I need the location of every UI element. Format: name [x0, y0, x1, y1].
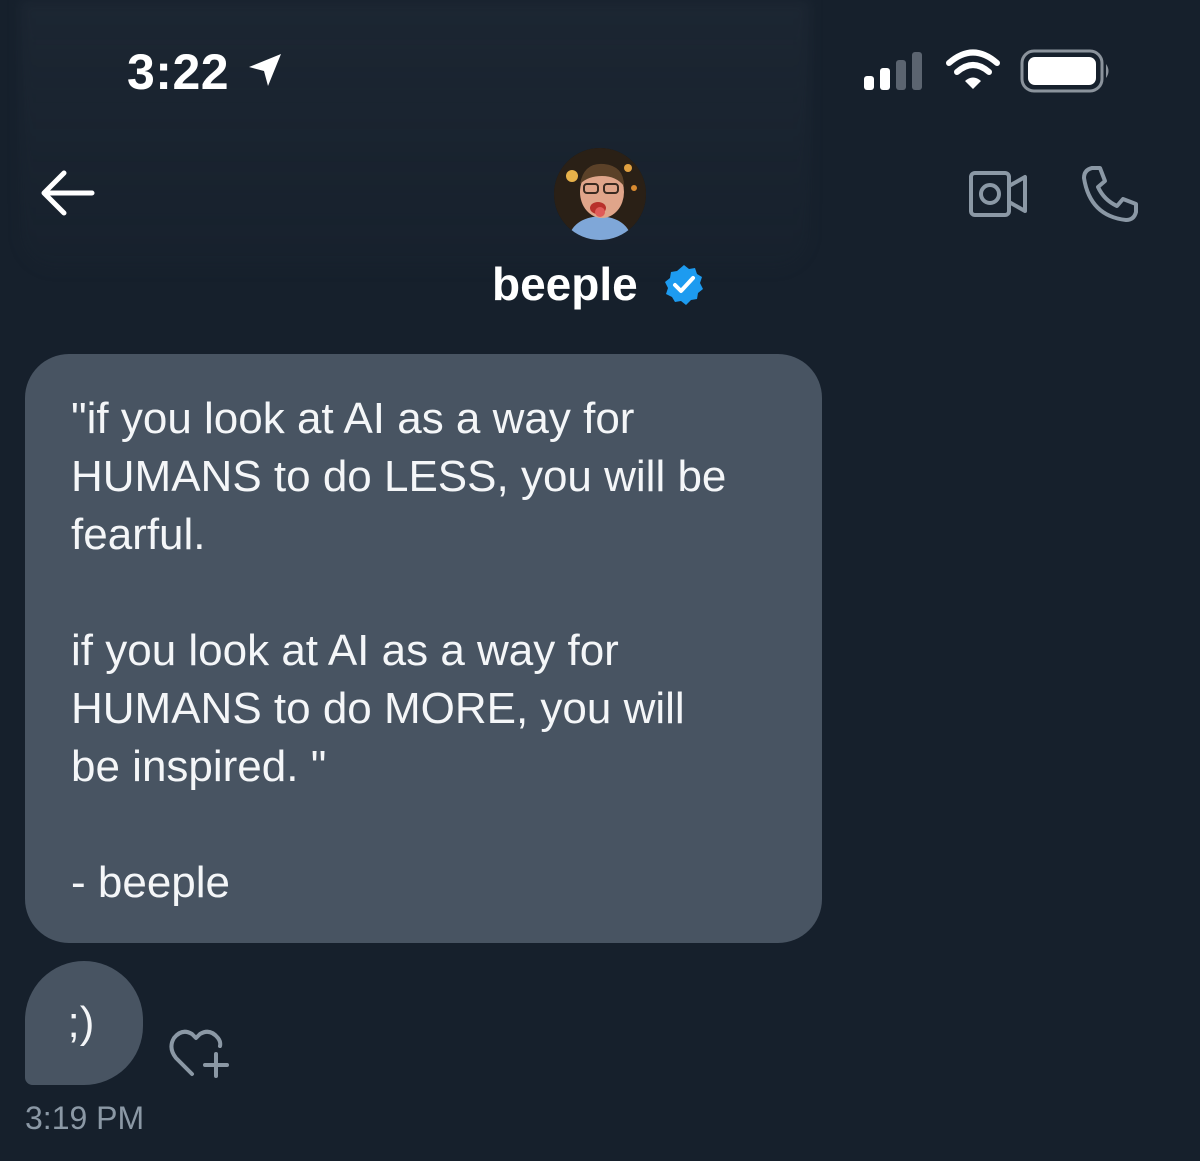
contact-name[interactable]: beeple	[492, 254, 638, 314]
phone-call-icon[interactable]	[1078, 164, 1140, 224]
message-paragraph: "if you look at AI as a way for HUMANS t…	[71, 394, 727, 559]
status-time: 3:22	[127, 44, 230, 100]
wifi-icon	[946, 49, 1000, 89]
cellular-signal-icon	[864, 52, 922, 90]
location-arrow-icon	[249, 54, 281, 86]
verified-badge-icon	[665, 265, 703, 305]
video-call-icon[interactable]	[966, 168, 1030, 220]
message-paragraph: - beeple	[71, 858, 231, 907]
message-paragraph: if you look at AI as a way for HUMANS to…	[71, 626, 685, 791]
message-text: ;)	[67, 998, 95, 1047]
message-bubble-wink[interactable]: ;)	[25, 961, 143, 1085]
back-arrow-icon[interactable]	[40, 168, 96, 218]
message-bubble-quote[interactable]: "if you look at AI as a way for HUMANS t…	[25, 354, 822, 943]
status-bar: 3:22	[0, 0, 1200, 140]
avatar-photo-icon	[554, 148, 646, 240]
message-timestamp: 3:19 PM	[25, 1100, 145, 1136]
battery-icon	[1020, 49, 1109, 93]
contact-avatar[interactable]	[554, 148, 646, 240]
add-reaction-heart-icon[interactable]	[168, 1024, 232, 1080]
